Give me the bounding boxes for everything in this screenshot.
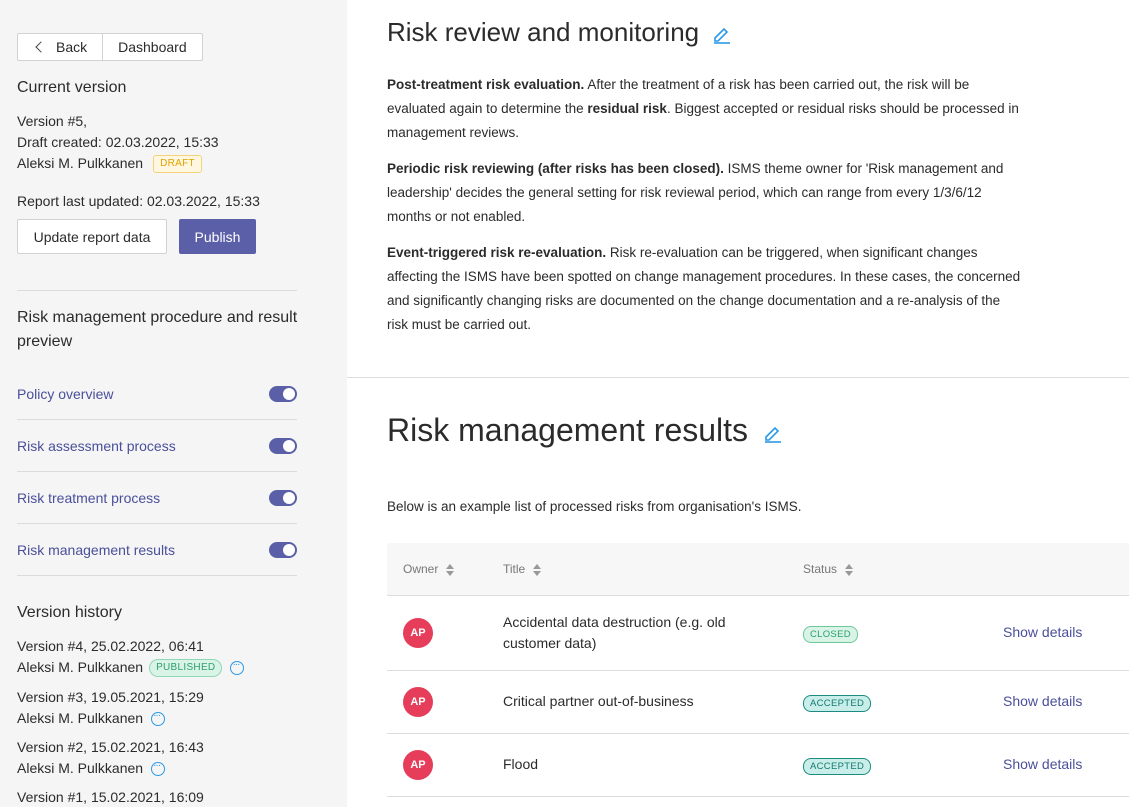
update-report-data-button[interactable]: Update report data: [17, 219, 167, 254]
version-4-title[interactable]: Version #4, 25.02.2022, 06:41: [17, 637, 204, 655]
section-divider: [347, 377, 1129, 378]
procedure-item-label[interactable]: Risk assessment process: [17, 438, 176, 454]
review-title-text: Risk review and monitoring: [387, 17, 700, 47]
version-3-author-line: Aleksi M. Pulkkanen: [17, 707, 166, 727]
show-details-link[interactable]: Show details: [1003, 756, 1082, 772]
version-history-heading: Version history: [17, 604, 122, 621]
version-1-title[interactable]: Version #1, 15.02.2021, 16:09: [17, 788, 204, 806]
risk-title: Critical partner out-of-business: [503, 693, 694, 709]
results-title-text: Risk management results: [387, 412, 749, 448]
back-button[interactable]: Back: [18, 34, 102, 60]
review-paragraph-2: Periodic risk reviewing (after risks has…: [387, 157, 1023, 229]
version-2-author-line: Aleksi M. Pulkkanen: [17, 757, 166, 777]
results-intro: Below is an example list of processed ri…: [387, 499, 802, 514]
para-emphasis: residual risk: [587, 101, 667, 116]
version-author: Aleksi M. Pulkkanen: [17, 710, 144, 726]
comment-icon[interactable]: [151, 757, 166, 777]
column-header-title[interactable]: Title: [503, 562, 542, 576]
column-header-owner[interactable]: Owner: [403, 562, 455, 576]
para-lead: Periodic risk reviewing (after risks has…: [387, 161, 724, 176]
column-label: Title: [503, 562, 526, 576]
report-last-updated: Report last updated: 02.03.2022, 15:33: [17, 193, 260, 209]
procedure-item-risk-assessment: Risk assessment process: [17, 420, 297, 472]
procedure-item-risk-treatment: Risk treatment process: [17, 472, 297, 524]
risk-treatment-toggle[interactable]: [269, 489, 297, 506]
version-2-title[interactable]: Version #2, 15.02.2021, 16:43: [17, 738, 204, 756]
draft-badge: DRAFT: [153, 155, 202, 174]
status-badge: CLOSED: [803, 626, 858, 643]
procedure-item-label[interactable]: Policy overview: [17, 386, 113, 402]
sidebar: Back Dashboard Current version Version #…: [0, 0, 347, 807]
edit-icon[interactable]: [712, 24, 732, 44]
current-version-author-line: Aleksi M. Pulkkanen DRAFT: [17, 154, 202, 174]
sort-icon: [446, 563, 455, 576]
results-section-title: Risk management results: [387, 412, 783, 449]
procedure-item-risk-results: Risk management results: [17, 524, 297, 576]
dashboard-button-label: Dashboard: [118, 39, 187, 55]
version-author: Aleksi M. Pulkkanen: [17, 760, 144, 776]
avatar: AP: [403, 618, 433, 648]
dashboard-button[interactable]: Dashboard: [102, 34, 202, 60]
procedure-heading: Risk management procedure and result pre…: [17, 309, 298, 350]
current-version-number: Version #5,: [17, 113, 88, 129]
procedure-item-policy-overview: Policy overview: [17, 368, 297, 420]
risk-results-toggle[interactable]: [269, 541, 297, 558]
version-3-title[interactable]: Version #3, 19.05.2021, 15:29: [17, 688, 204, 706]
para-lead: Post-treatment risk evaluation.: [387, 77, 585, 92]
column-label: Status: [803, 562, 838, 576]
risk-title: Flood: [503, 756, 539, 772]
column-header-status[interactable]: Status: [803, 562, 854, 576]
divider: [17, 290, 297, 291]
risk-title: Accidental data destruction (e.g. old cu…: [503, 614, 726, 651]
risk-table-header: Owner Title Status: [387, 543, 1129, 596]
avatar: AP: [403, 687, 433, 717]
published-badge: PUBLISHED: [149, 659, 223, 678]
comment-icon[interactable]: [151, 707, 166, 727]
para-lead: Event-triggered risk re-evaluation.: [387, 245, 607, 260]
review-paragraph-3: Event-triggered risk re-evaluation. Risk…: [387, 241, 1023, 337]
show-details-link[interactable]: Show details: [1003, 624, 1082, 640]
procedure-item-label[interactable]: Risk treatment process: [17, 490, 160, 506]
current-version-heading: Current version: [17, 79, 127, 96]
main-content: Risk review and monitoring Post-treatmen…: [347, 0, 1129, 807]
chevron-left-icon: [35, 41, 47, 53]
column-label: Owner: [403, 562, 439, 576]
draft-created: Draft created: 02.03.2022, 15:33: [17, 134, 219, 150]
nav-button-group: Back Dashboard: [17, 33, 203, 61]
table-row: AP Flood ACCEPTED Show details: [387, 734, 1129, 797]
review-paragraph-1: Post-treatment risk evaluation. After th…: [387, 73, 1023, 145]
version-4-author-line: Aleksi M. Pulkkanen PUBLISHED: [17, 656, 245, 678]
sort-icon: [845, 563, 854, 576]
current-version-author: Aleksi M. Pulkkanen: [17, 155, 144, 171]
sort-icon: [533, 563, 542, 576]
publish-button[interactable]: Publish: [179, 219, 256, 254]
review-section-title: Risk review and monitoring: [387, 17, 732, 48]
status-badge: ACCEPTED: [803, 758, 872, 775]
table-row: AP Accidental data destruction (e.g. old…: [387, 596, 1129, 671]
procedure-item-label[interactable]: Risk management results: [17, 542, 175, 558]
policy-overview-toggle[interactable]: [269, 385, 297, 402]
table-row: AP Critical partner out-of-business ACCE…: [387, 671, 1129, 734]
risk-assessment-toggle[interactable]: [269, 437, 297, 454]
status-badge: ACCEPTED: [803, 695, 872, 712]
avatar: AP: [403, 750, 433, 780]
back-button-label: Back: [56, 39, 88, 55]
edit-icon[interactable]: [763, 423, 783, 443]
version-author: Aleksi M. Pulkkanen: [17, 659, 144, 675]
show-details-link[interactable]: Show details: [1003, 693, 1082, 709]
comment-icon[interactable]: [230, 656, 245, 676]
